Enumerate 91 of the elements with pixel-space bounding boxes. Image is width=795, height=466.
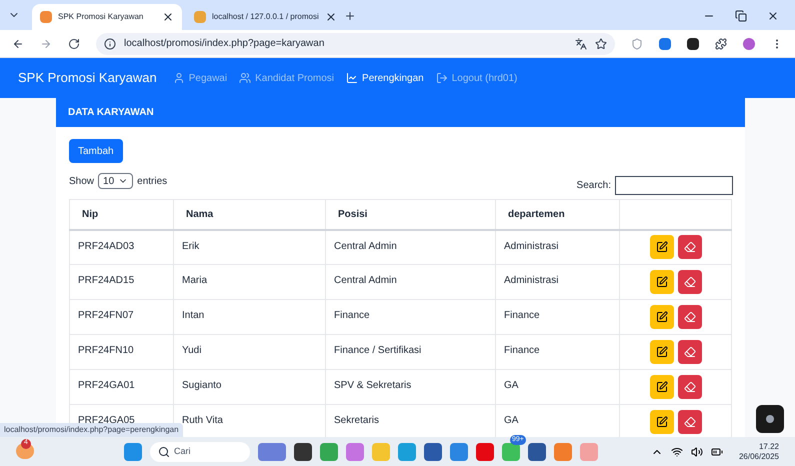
edit-button[interactable] bbox=[650, 235, 674, 260]
close-icon[interactable] bbox=[767, 10, 779, 22]
table-cell: PRF24FN07 bbox=[70, 300, 174, 334]
edit-icon bbox=[656, 346, 668, 358]
back-icon[interactable] bbox=[12, 38, 24, 50]
shield-icon[interactable] bbox=[631, 38, 643, 50]
search-label: Search: bbox=[576, 178, 611, 192]
add-button[interactable]: Tambah bbox=[69, 139, 123, 163]
bookmark-icon[interactable] bbox=[595, 38, 607, 50]
delete-button[interactable] bbox=[678, 375, 702, 399]
edit-button[interactable] bbox=[650, 375, 674, 399]
table-cell: PRF24AD15 bbox=[70, 264, 174, 300]
entries-select[interactable]: 10 bbox=[98, 173, 134, 189]
table-cell: Sugianto bbox=[174, 370, 326, 404]
show-label: Show bbox=[69, 174, 94, 188]
table-cell: Finance bbox=[496, 300, 620, 334]
eraser-icon bbox=[684, 416, 696, 428]
table-cell: Maria bbox=[174, 264, 326, 300]
edit-icon bbox=[656, 416, 668, 428]
table-cell: Finance bbox=[496, 334, 620, 370]
chart-icon bbox=[346, 72, 358, 84]
restore-icon[interactable] bbox=[735, 10, 747, 22]
delete-button[interactable] bbox=[678, 410, 702, 434]
delete-button[interactable] bbox=[678, 340, 702, 364]
nav-link[interactable]: Perengkingan bbox=[346, 70, 424, 86]
browser-tab[interactable]: SPK Promosi Karyawan bbox=[32, 4, 182, 30]
edit-icon bbox=[656, 241, 668, 254]
card-title: DATA KARYAWAN bbox=[68, 106, 154, 120]
users-icon bbox=[239, 72, 252, 84]
person-icon bbox=[172, 72, 185, 84]
table-cell: Administrasi bbox=[496, 264, 620, 300]
table-cell: Erik bbox=[174, 230, 326, 264]
status-url: localhost/promosi/index.php?page=perengkingan bbox=[0, 423, 183, 437]
search-placeholder: Cari bbox=[174, 444, 191, 458]
table-cell: Intan bbox=[174, 300, 326, 334]
column-header: Nip bbox=[70, 200, 174, 230]
table-cell: PRF24GA01 bbox=[70, 370, 174, 404]
new-tab-icon[interactable] bbox=[344, 10, 356, 22]
eraser-icon bbox=[684, 346, 696, 358]
forward-icon[interactable] bbox=[40, 38, 52, 50]
battery-icon[interactable] bbox=[710, 446, 723, 458]
brand-title[interactable]: SPK Promosi Karyawan bbox=[18, 68, 157, 88]
edit-button[interactable] bbox=[650, 270, 674, 294]
table-cell: PRF24AD03 bbox=[70, 230, 174, 264]
clock-time[interactable]: 17.22 bbox=[758, 442, 779, 452]
address-bar[interactable]: localhost/promosi/index.php?page=karyawan bbox=[96, 32, 615, 54]
table-cell: SPV & Sekretaris bbox=[326, 370, 496, 404]
url-text: localhost/promosi/index.php?page=karyawan bbox=[124, 37, 326, 51]
app-widget-icon[interactable] bbox=[756, 405, 784, 433]
eraser-icon bbox=[684, 276, 696, 288]
logout-icon bbox=[436, 72, 448, 84]
extensions-icon[interactable] bbox=[715, 38, 727, 50]
reload-icon[interactable] bbox=[68, 38, 80, 50]
edit-icon bbox=[656, 276, 668, 288]
edit-button[interactable] bbox=[650, 340, 674, 364]
site-info-icon[interactable] bbox=[104, 38, 116, 50]
edit-icon bbox=[656, 381, 668, 393]
profile-avatar[interactable] bbox=[743, 38, 755, 50]
clock-date[interactable]: 26/06/2025 bbox=[738, 452, 779, 462]
close-icon[interactable] bbox=[162, 11, 174, 23]
delete-button[interactable] bbox=[678, 270, 702, 294]
eraser-icon bbox=[684, 381, 696, 393]
table-cell: Yudi bbox=[174, 334, 326, 370]
entries-label: entries bbox=[137, 174, 168, 188]
column-header: Posisi bbox=[326, 200, 496, 230]
delete-button[interactable] bbox=[678, 235, 702, 260]
delete-button[interactable] bbox=[678, 305, 702, 329]
eraser-icon bbox=[684, 311, 696, 323]
network-icon[interactable] bbox=[670, 446, 683, 458]
edit-button[interactable] bbox=[650, 305, 674, 329]
table-cell: Administrasi bbox=[496, 230, 620, 264]
tab-title: localhost / 127.0.0.1 / promosi bbox=[212, 11, 319, 23]
translate-icon[interactable] bbox=[575, 38, 587, 50]
edit-button[interactable] bbox=[650, 410, 674, 434]
column-header: departemen bbox=[496, 200, 620, 230]
close-icon[interactable] bbox=[324, 11, 337, 23]
table-cell: Finance / Sertifikasi bbox=[326, 334, 496, 370]
table-cell: GA bbox=[496, 370, 620, 404]
table-cell: Central Admin bbox=[326, 264, 496, 300]
browser-tab[interactable]: localhost / 127.0.0.1 / promosi bbox=[186, 4, 336, 30]
search-field[interactable] bbox=[615, 176, 733, 194]
search-field[interactable]: Cari bbox=[150, 442, 250, 462]
tab-title: SPK Promosi Karyawan bbox=[58, 11, 144, 23]
search-icon bbox=[158, 446, 170, 458]
table-cell: PRF24FN10 bbox=[70, 334, 174, 370]
edit-icon bbox=[656, 311, 668, 323]
column-header: Nama bbox=[174, 200, 326, 230]
table-cell: Finance bbox=[326, 300, 496, 334]
table-cell: Central Admin bbox=[326, 230, 496, 264]
volume-icon[interactable] bbox=[690, 446, 703, 458]
eraser-icon bbox=[684, 241, 696, 254]
